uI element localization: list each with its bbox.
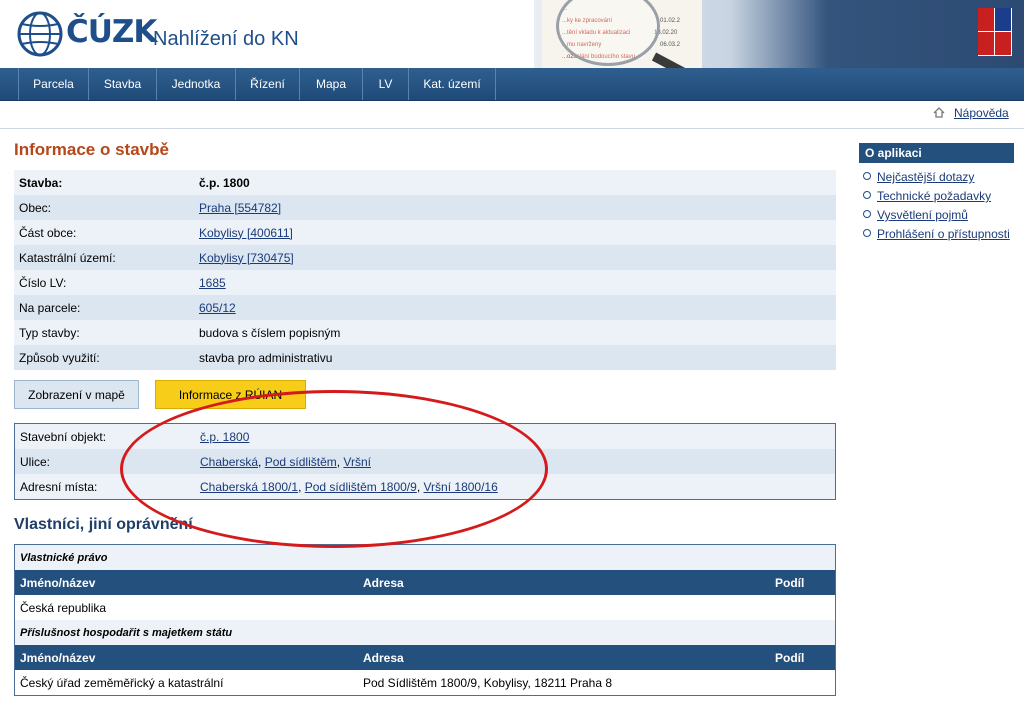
faq-link[interactable]: Nejčastější dotazy bbox=[877, 170, 974, 184]
owner-address: Pod Sídlištěm 1800/9, Kobylisy, 18211 Pr… bbox=[358, 670, 770, 696]
info-key: Na parcele: bbox=[14, 295, 194, 320]
sidebar-links: Nejčastější dotazy Technické požadavky V… bbox=[859, 168, 1014, 244]
sidebar-item-glossary: Vysvětlení pojmů bbox=[859, 206, 1014, 225]
accessibility-link[interactable]: Prohlášení o přístupnosti bbox=[877, 227, 1010, 241]
table-group-row: Příslušnost hospodařit s majetkem státu bbox=[14, 620, 836, 645]
info-value: č.p. 1800 bbox=[194, 170, 836, 195]
tech-requirements-link[interactable]: Technické požadavky bbox=[877, 189, 991, 203]
info-key: Způsob využití: bbox=[14, 345, 194, 370]
info-value: stavba pro administrativu bbox=[194, 345, 836, 370]
sidebar-title: O aplikaci bbox=[859, 143, 1014, 163]
owner-name: Český úřad zeměměřický a katastrální bbox=[14, 670, 358, 696]
main-navigation: Parcela Stavba Jednotka Řízení Mapa LV K… bbox=[0, 68, 1024, 101]
bullet-icon bbox=[863, 229, 871, 237]
table-row: Stavba: č.p. 1800 bbox=[14, 170, 836, 195]
owners-section-title: Vlastníci, jiní oprávnění bbox=[14, 516, 193, 533]
table-header-row: Jméno/název Adresa Podíl bbox=[14, 570, 836, 595]
table-header-row: Jméno/název Adresa Podíl bbox=[14, 645, 836, 670]
sidebar-item-tech: Technické požadavky bbox=[859, 187, 1014, 206]
table-row: Česká republika bbox=[14, 595, 836, 620]
table-row: Číslo LV: 1685 bbox=[14, 270, 836, 295]
sidebar-item-faq: Nejčastější dotazy bbox=[859, 168, 1014, 187]
info-key: Stavba: bbox=[14, 170, 194, 195]
parcela-link[interactable]: 605/12 bbox=[199, 301, 236, 315]
group-label: Vlastnické právo bbox=[14, 544, 836, 570]
nav-tab-stavba[interactable]: Stavba bbox=[89, 68, 157, 100]
col-share-header: Podíl bbox=[770, 645, 836, 670]
header-divider bbox=[0, 128, 1024, 129]
glossary-link[interactable]: Vysvětlení pojmů bbox=[877, 208, 968, 222]
nav-tab-parcela[interactable]: Parcela bbox=[19, 68, 89, 100]
bullet-icon bbox=[863, 191, 871, 199]
owner-address bbox=[358, 595, 770, 620]
nav-tab-rizeni[interactable]: Řízení bbox=[236, 68, 300, 100]
czech-coat-of-arms-icon bbox=[978, 8, 1012, 56]
header-banner-image: ... ...ky ke zpracování ...tění vkladu k… bbox=[534, 0, 1024, 68]
info-key: Obec: bbox=[14, 195, 194, 220]
table-row: Katastrální území: Kobylisy [730475] bbox=[14, 245, 836, 270]
col-address-header: Adresa bbox=[358, 645, 770, 670]
katastralni-uzemi-link[interactable]: Kobylisy [730475] bbox=[199, 251, 294, 265]
group-label: Příslušnost hospodařit s majetkem státu bbox=[14, 620, 836, 645]
info-key: Číslo LV: bbox=[14, 270, 194, 295]
bullet-icon bbox=[863, 210, 871, 218]
nav-tab-kat-uzemi[interactable]: Kat. území bbox=[409, 68, 496, 100]
banner-background-text bbox=[774, 0, 974, 68]
sidebar: O aplikaci Nejčastější dotazy Technické … bbox=[859, 143, 1014, 244]
table-row: Český úřad zeměměřický a katastrální Pod… bbox=[14, 670, 836, 696]
bullet-icon bbox=[863, 172, 871, 180]
red-annotation-ellipse bbox=[120, 390, 548, 548]
col-address-header: Adresa bbox=[358, 570, 770, 595]
owners-table: Vlastnické právo Jméno/název Adresa Podí… bbox=[14, 544, 836, 696]
owner-name: Česká republika bbox=[14, 595, 358, 620]
site-header: ČÚZK Nahlížení do KN ... ...ky ke zpraco… bbox=[0, 0, 1024, 68]
info-value: budova s číslem popisným bbox=[194, 320, 836, 345]
help-link[interactable]: Nápověda bbox=[954, 106, 1009, 120]
info-key: Typ stavby: bbox=[14, 320, 194, 345]
col-name-header: Jméno/název bbox=[14, 570, 358, 595]
table-row: Na parcele: 605/12 bbox=[14, 295, 836, 320]
owner-share bbox=[770, 670, 836, 696]
nav-tab-lv[interactable]: LV bbox=[363, 68, 409, 100]
sidebar-item-accessibility: Prohlášení o přístupnosti bbox=[859, 225, 1014, 244]
info-key: Katastrální území: bbox=[14, 245, 194, 270]
cislo-lv-link[interactable]: 1685 bbox=[199, 276, 226, 290]
table-row: Část obce: Kobylisy [400611] bbox=[14, 220, 836, 245]
col-name-header: Jméno/název bbox=[14, 645, 358, 670]
app-title: Nahlížení do KN bbox=[153, 28, 299, 50]
help-area: Nápověda bbox=[933, 106, 1009, 120]
col-share-header: Podíl bbox=[770, 570, 836, 595]
table-row: Obec: Praha [554782] bbox=[14, 195, 836, 220]
logo-text[interactable]: ČÚZK bbox=[66, 14, 157, 50]
obec-link[interactable]: Praha [554782] bbox=[199, 201, 281, 215]
info-key: Část obce: bbox=[14, 220, 194, 245]
nav-tab-jednotka[interactable]: Jednotka bbox=[157, 68, 236, 100]
table-row: Typ stavby: budova s číslem popisným bbox=[14, 320, 836, 345]
table-row: Způsob využití: stavba pro administrativ… bbox=[14, 345, 836, 370]
cast-obce-link[interactable]: Kobylisy [400611] bbox=[199, 226, 293, 240]
owner-share bbox=[770, 595, 836, 620]
table-group-row: Vlastnické právo bbox=[14, 544, 836, 570]
show-in-map-button[interactable]: Zobrazení v mapě bbox=[14, 380, 139, 409]
nav-tab-mapa[interactable]: Mapa bbox=[300, 68, 363, 100]
building-info-table: Stavba: č.p. 1800 Obec: Praha [554782] Č… bbox=[14, 170, 836, 370]
page-title: Informace o stavbě bbox=[14, 140, 169, 159]
